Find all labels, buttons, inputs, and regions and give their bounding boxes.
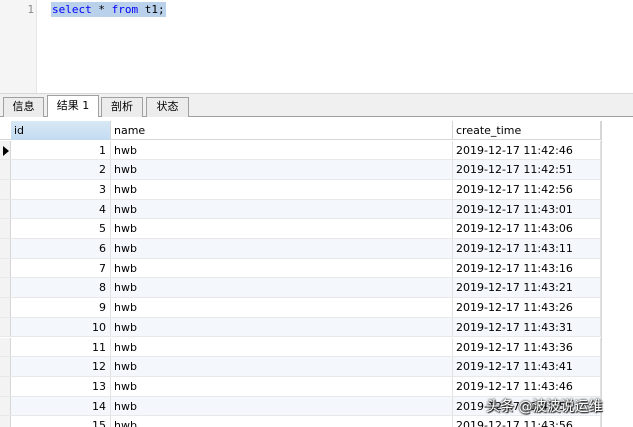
- row-selector[interactable]: [0, 317, 11, 337]
- grid-header: id name create_time: [0, 121, 601, 140]
- line-number-gutter: 1: [0, 0, 37, 93]
- table-row[interactable]: 10 hwb 2019-12-17 11:43:31: [0, 317, 601, 338]
- cell-name[interactable]: hwb: [111, 357, 453, 376]
- tab-result-1[interactable]: 结果 1: [47, 95, 99, 117]
- cell-id[interactable]: 10: [11, 317, 111, 337]
- table-row[interactable]: 7 hwb 2019-12-17 11:43:16: [0, 258, 601, 279]
- table-row[interactable]: 8 hwb 2019-12-17 11:43:21: [0, 278, 601, 299]
- sql-star: *: [91, 3, 112, 16]
- cell-name[interactable]: hwb: [111, 179, 453, 199]
- cell-name[interactable]: hwb: [111, 140, 453, 160]
- table-row[interactable]: 3 hwb 2019-12-17 11:42:56: [0, 179, 601, 200]
- cell-create-time[interactable]: 2019-12-17 11:43:21: [453, 278, 601, 298]
- cell-create-time[interactable]: 2019-12-17 11:43:11: [453, 239, 601, 258]
- cell-create-time[interactable]: 2019-12-17 11:43:06: [453, 219, 601, 238]
- row-selector[interactable]: [0, 416, 11, 427]
- cell-name[interactable]: hwb: [111, 337, 453, 357]
- cell-id[interactable]: 1: [11, 140, 111, 160]
- current-row-arrow-icon: [3, 145, 9, 156]
- cell-id[interactable]: 3: [11, 179, 111, 199]
- sql-table-name: t1;: [138, 3, 165, 16]
- table-row[interactable]: 13 hwb 2019-12-17 11:43:46: [0, 376, 601, 397]
- cell-create-time[interactable]: 2019-12-17 11:42:46: [453, 140, 601, 160]
- cell-name[interactable]: hwb: [111, 278, 453, 298]
- sql-keyword-from: from: [111, 3, 139, 16]
- cell-create-time[interactable]: 2019-12-17 11:43:01: [453, 199, 601, 219]
- table-row[interactable]: 6 hwb 2019-12-17 11:43:11: [0, 239, 601, 259]
- cell-id[interactable]: 2: [11, 160, 111, 179]
- cell-name[interactable]: hwb: [111, 199, 453, 219]
- row-selector[interactable]: [0, 376, 11, 396]
- cell-create-time[interactable]: 2019-12-17 11:42:51: [453, 160, 601, 179]
- cell-id[interactable]: 12: [11, 357, 111, 376]
- cell-id[interactable]: 4: [11, 199, 111, 219]
- cell-name[interactable]: hwb: [111, 258, 453, 278]
- cell-name[interactable]: hwb: [111, 160, 453, 179]
- cell-id[interactable]: 7: [11, 258, 111, 278]
- sql-editor[interactable]: 1 select * from t1;: [0, 0, 633, 93]
- watermark-text: 头条 @波波说运维: [486, 399, 603, 415]
- sql-query-selected-text[interactable]: select * from t1;: [51, 2, 166, 17]
- row-selector[interactable]: [0, 298, 11, 317]
- row-selector[interactable]: [0, 278, 11, 298]
- sql-keyword-select: select: [52, 3, 92, 16]
- table-row[interactable]: 5 hwb 2019-12-17 11:43:06: [0, 219, 601, 239]
- column-header-create-time[interactable]: create_time: [453, 121, 601, 140]
- cell-name[interactable]: hwb: [111, 239, 453, 258]
- cell-create-time[interactable]: 2019-12-17 11:43:26: [453, 298, 601, 317]
- table-row[interactable]: 1 hwb 2019-12-17 11:42:46: [0, 140, 601, 161]
- cell-create-time[interactable]: 2019-12-17 11:43:16: [453, 258, 601, 278]
- row-selector[interactable]: [0, 199, 11, 219]
- cell-create-time[interactable]: 2019-12-17 11:43:41: [453, 357, 601, 376]
- tab-profile[interactable]: 剖析: [101, 97, 143, 117]
- row-selector[interactable]: [0, 396, 11, 416]
- cell-id[interactable]: 6: [11, 239, 111, 258]
- cell-id[interactable]: 11: [11, 337, 111, 357]
- cell-create-time[interactable]: 2019-12-17 11:43:36: [453, 337, 601, 357]
- row-selector[interactable]: [0, 258, 11, 278]
- table-row[interactable]: 15 hwb 2019-12-17 11:43:56: [0, 416, 601, 427]
- cell-create-time[interactable]: 2019-12-17 11:43:56: [453, 416, 601, 427]
- result-grid[interactable]: id name create_time 1 hwb 2019-12-17 11:42…: [0, 117, 633, 427]
- table-row[interactable]: 4 hwb 2019-12-17 11:43:01: [0, 199, 601, 220]
- cell-create-time[interactable]: 2019-12-17 11:42:56: [453, 179, 601, 199]
- cell-name[interactable]: hwb: [111, 416, 453, 427]
- row-selector[interactable]: [0, 239, 11, 258]
- cell-name[interactable]: hwb: [111, 317, 453, 337]
- cell-id[interactable]: 5: [11, 219, 111, 238]
- tab-info[interactable]: 信息: [3, 97, 44, 117]
- cell-name[interactable]: hwb: [111, 396, 453, 416]
- tab-status[interactable]: 状态: [146, 97, 189, 117]
- table-row[interactable]: 11 hwb 2019-12-17 11:43:36: [0, 337, 601, 358]
- row-selector[interactable]: [0, 357, 11, 376]
- table-row[interactable]: 2 hwb 2019-12-17 11:42:51: [0, 160, 601, 180]
- grid-right-border: [601, 121, 602, 427]
- cell-name[interactable]: hwb: [111, 219, 453, 238]
- cell-create-time[interactable]: 2019-12-17 11:43:46: [453, 376, 601, 396]
- cell-id[interactable]: 13: [11, 376, 111, 396]
- row-selector[interactable]: [0, 140, 11, 160]
- row-selector[interactable]: [0, 160, 11, 179]
- cell-name[interactable]: hwb: [111, 298, 453, 317]
- result-tab-bar: 信息 结果 1 剖析 状态: [0, 93, 633, 117]
- row-selector[interactable]: [0, 179, 11, 199]
- column-header-id[interactable]: id: [11, 121, 111, 140]
- line-number: 1: [27, 3, 34, 16]
- table-row[interactable]: 12 hwb 2019-12-17 11:43:41: [0, 357, 601, 377]
- cell-id[interactable]: 15: [11, 416, 111, 427]
- table-row[interactable]: 9 hwb 2019-12-17 11:43:26: [0, 298, 601, 318]
- column-header-name[interactable]: name: [111, 121, 453, 140]
- cell-id[interactable]: 9: [11, 298, 111, 317]
- row-selector[interactable]: [0, 219, 11, 238]
- cell-id[interactable]: 14: [11, 396, 111, 416]
- row-selector[interactable]: [0, 337, 11, 357]
- cell-name[interactable]: hwb: [111, 376, 453, 396]
- cell-id[interactable]: 8: [11, 278, 111, 298]
- cell-create-time[interactable]: 2019-12-17 11:43:31: [453, 317, 601, 337]
